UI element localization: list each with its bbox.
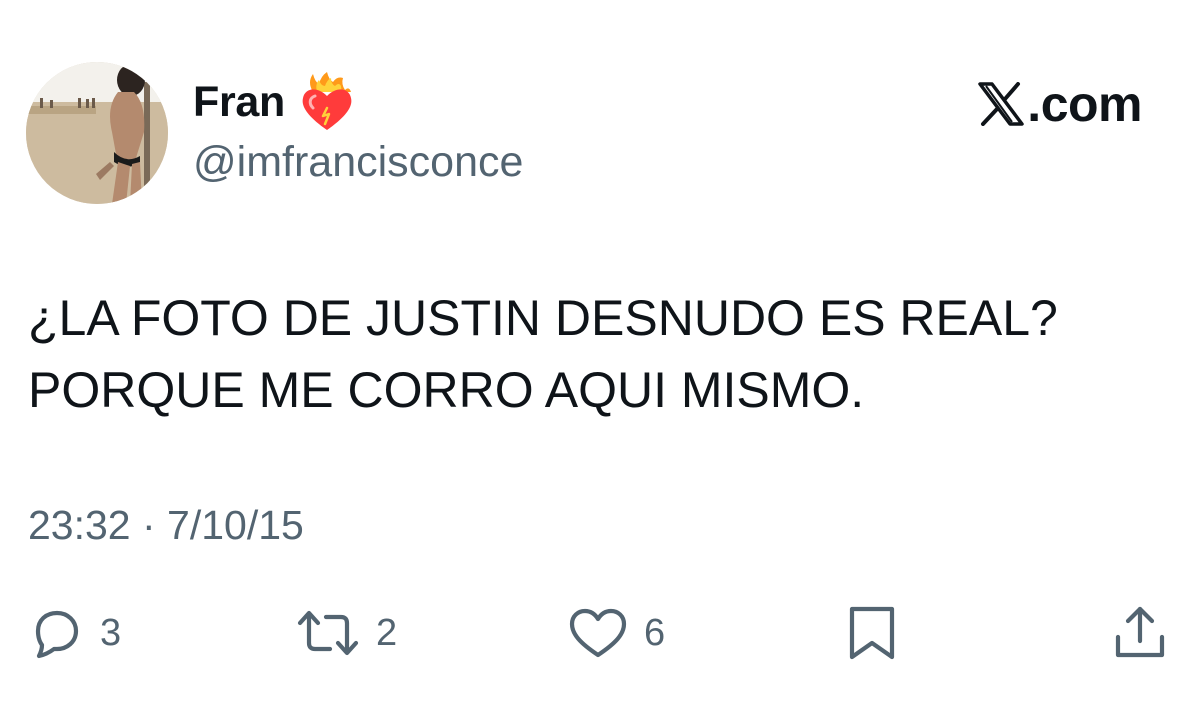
retweet-button[interactable]: 2 xyxy=(296,602,397,664)
share-icon xyxy=(1115,606,1165,658)
tweet-text-line: ¿LA FOTO DE JUSTIN DESNUDO ES REAL? xyxy=(28,290,1058,346)
brand-domain: .com xyxy=(1027,76,1142,132)
avatar[interactable] xyxy=(26,62,168,204)
retweet-icon xyxy=(297,610,359,656)
tweet-text-line: PORQUE ME CORRO AQUI MISMO. xyxy=(28,362,865,418)
like-button[interactable]: 6 xyxy=(568,602,665,664)
bookmark-button[interactable] xyxy=(846,602,898,664)
author-name-row: Fran xyxy=(193,72,355,132)
like-count: 6 xyxy=(644,611,666,654)
avatar-image xyxy=(26,62,168,204)
x-logo-icon xyxy=(978,82,1025,126)
reply-button[interactable]: 3 xyxy=(28,602,121,664)
tweet-text: ¿LA FOTO DE JUSTIN DESNUDO ES REAL? PORQ… xyxy=(28,282,1168,426)
brand-logo: .com xyxy=(978,74,1142,134)
display-name[interactable]: Fran xyxy=(193,78,285,127)
retweet-count: 2 xyxy=(376,611,398,654)
reply-icon xyxy=(35,610,79,659)
reply-count: 3 xyxy=(100,611,122,654)
heart-on-fire-icon xyxy=(302,72,352,130)
author-handle[interactable]: @imfrancisconce xyxy=(193,138,523,187)
bookmark-icon xyxy=(849,606,895,660)
tweet-card: Fran @imfrancisconce .com ¿LA FOTO DE JU… xyxy=(0,0,1200,720)
heart-icon xyxy=(569,608,627,658)
tweet-timestamp[interactable]: 23:32 · 7/10/15 xyxy=(28,502,304,549)
share-button[interactable] xyxy=(1112,602,1168,664)
